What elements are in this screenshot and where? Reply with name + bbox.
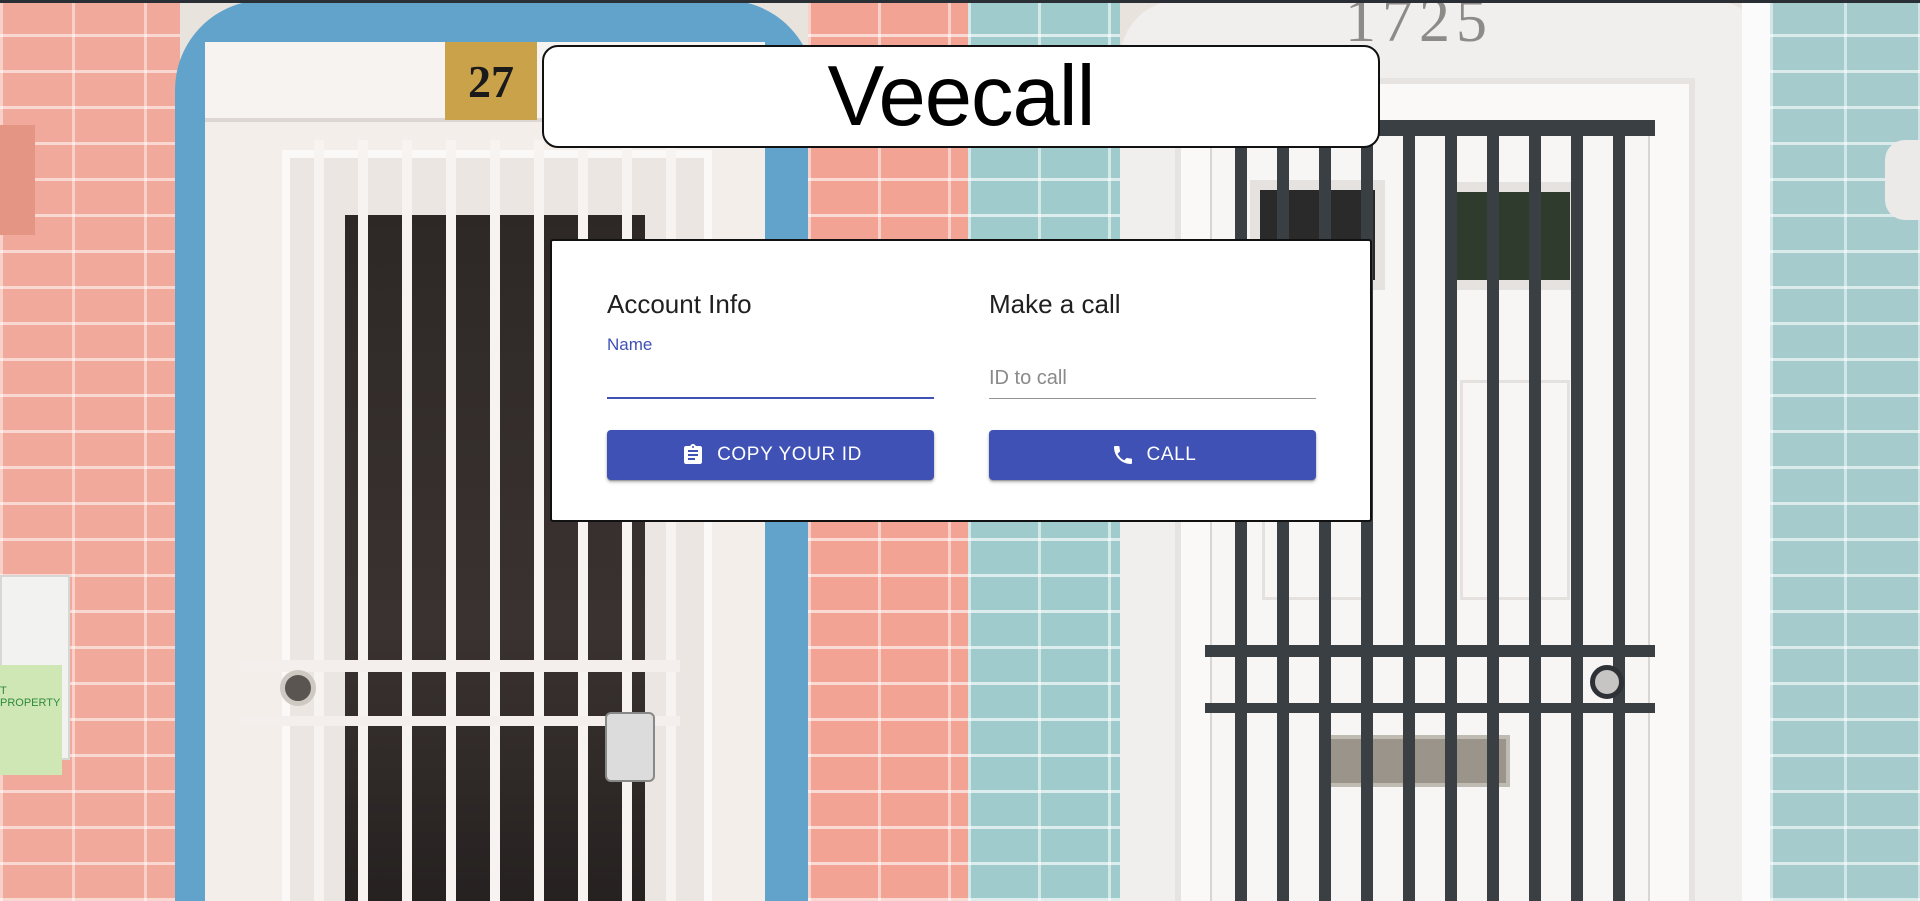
house-number-plate: 27 (445, 42, 537, 120)
wall-bracket (0, 125, 35, 235)
phone-icon (1109, 441, 1137, 469)
id-to-call-field (989, 335, 1316, 405)
door-lock (1590, 665, 1624, 699)
make-call-heading: Make a call (989, 289, 1121, 319)
lockbox (605, 712, 655, 782)
id-to-call-underline (989, 398, 1316, 399)
top-edge (0, 0, 1920, 3)
teal-brick-wall (1770, 0, 1920, 901)
app-title: Veecall (827, 49, 1095, 144)
name-input-underline (607, 397, 934, 399)
name-field: Name (607, 335, 934, 405)
name-input[interactable] (607, 359, 934, 397)
call-button[interactable]: CALL (989, 430, 1316, 480)
clipboard-icon (679, 441, 707, 469)
app-title-box: Veecall (542, 45, 1380, 148)
main-card: Account Info Name COPY YOUR ID Make a ca… (550, 239, 1372, 522)
gate-crossbar (240, 660, 680, 672)
account-info-heading: Account Info (607, 289, 752, 319)
id-to-call-input[interactable] (989, 359, 1316, 397)
wall-lamp (1885, 140, 1920, 220)
name-label: Name (607, 335, 653, 354)
deadbolt (280, 670, 316, 706)
copy-id-button-label: COPY YOUR ID (717, 444, 862, 465)
gate-rail (1205, 703, 1655, 713)
copy-id-button[interactable]: COPY YOUR ID (607, 430, 934, 480)
gate-rail (1205, 645, 1655, 657)
call-button-label: CALL (1146, 444, 1197, 465)
flyer: T PROPERTY (0, 665, 62, 775)
